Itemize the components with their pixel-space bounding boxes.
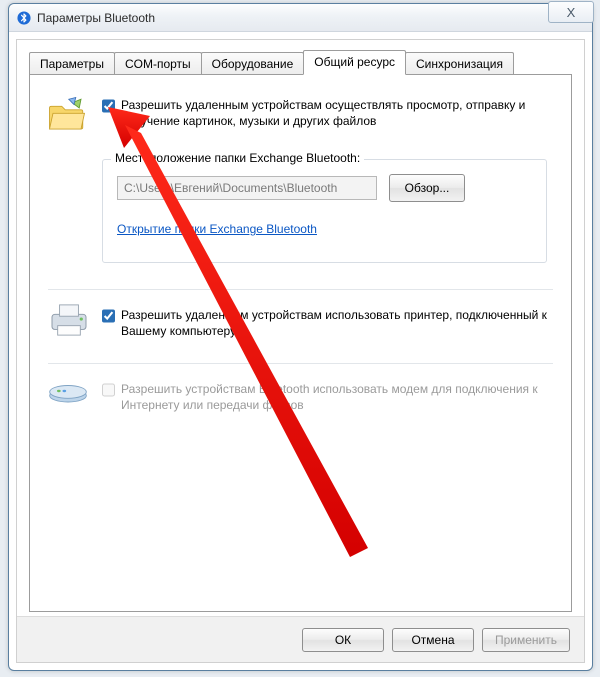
cancel-button[interactable]: Отмена <box>392 628 474 652</box>
exchange-folder-legend: Местоположение папки Exchange Bluetooth: <box>111 151 364 165</box>
allow-printer-label: Разрешить удаленным устройствам использо… <box>121 307 551 339</box>
tab-com-ports[interactable]: COM-порты <box>114 52 202 75</box>
allow-modem-checkbox <box>102 383 115 397</box>
tabstrip: Параметры COM-порты Оборудование Общий р… <box>29 50 572 75</box>
open-exchange-folder-link[interactable]: Открытие папки Exchange Bluetooth <box>117 222 317 236</box>
tab-sharing[interactable]: Общий ресурс <box>303 50 406 75</box>
allow-file-share-row: Разрешить удаленным устройствам осуществ… <box>102 97 551 129</box>
allow-printer-row: Разрешить удаленным устройствам использо… <box>102 307 551 339</box>
client-area: Параметры COM-порты Оборудование Общий р… <box>16 39 585 663</box>
tab-panel-sharing: Разрешить удаленным устройствам осуществ… <box>29 74 572 612</box>
close-button[interactable]: X <box>548 1 594 23</box>
folder-share-icon <box>46 97 94 136</box>
browse-button[interactable]: Обзор... <box>389 174 465 202</box>
window-title: Параметры Bluetooth <box>37 11 155 25</box>
tab-hardware[interactable]: Оборудование <box>201 52 305 75</box>
modem-icon <box>46 379 94 406</box>
printer-icon <box>46 303 94 340</box>
exchange-folder-path[interactable] <box>117 176 377 200</box>
dialog-button-bar: ОК Отмена Применить <box>17 616 584 662</box>
separator-1 <box>48 289 553 290</box>
allow-file-share-checkbox[interactable] <box>102 99 115 113</box>
allow-modem-row: Разрешить устройствам Bluetooth использо… <box>102 381 551 413</box>
allow-file-share-label: Разрешить удаленным устройствам осуществ… <box>121 97 551 129</box>
bluetooth-settings-window: Параметры Bluetooth X Параметры COM-порт… <box>8 3 593 671</box>
titlebar: Параметры Bluetooth X <box>9 4 592 32</box>
close-icon: X <box>567 5 576 20</box>
bluetooth-icon <box>17 11 31 25</box>
allow-printer-checkbox[interactable] <box>102 309 115 323</box>
separator-2 <box>48 363 553 364</box>
exchange-folder-group: Местоположение папки Exchange Bluetooth:… <box>102 159 547 263</box>
allow-modem-label: Разрешить устройствам Bluetooth использо… <box>121 381 551 413</box>
tab-sync[interactable]: Синхронизация <box>405 52 514 75</box>
ok-button[interactable]: ОК <box>302 628 384 652</box>
tab-parameters[interactable]: Параметры <box>29 52 115 75</box>
apply-button: Применить <box>482 628 570 652</box>
